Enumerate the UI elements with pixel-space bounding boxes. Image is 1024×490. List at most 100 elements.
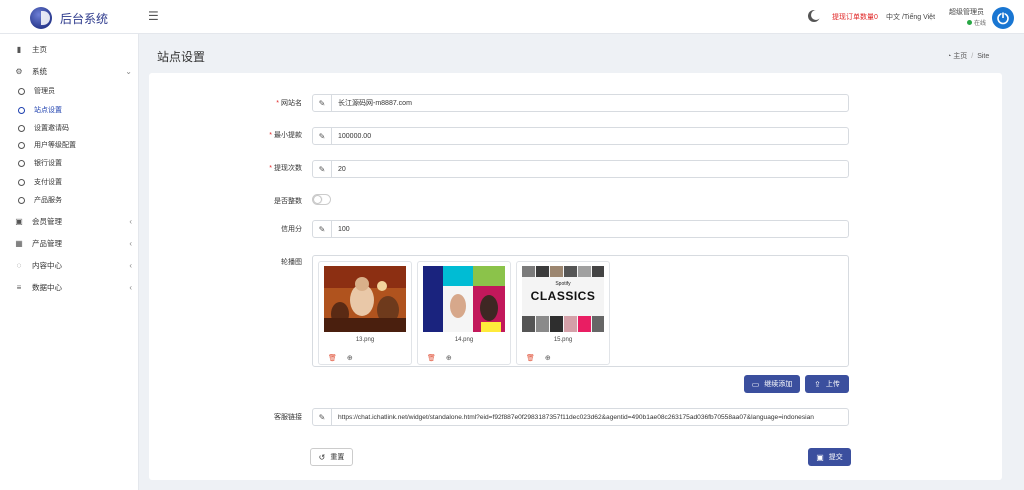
pencil-icon: ✎	[313, 161, 332, 177]
breadcrumb-home[interactable]: 主页	[953, 51, 967, 61]
sidebar-item-user-levels[interactable]: 用户等级配置	[18, 140, 76, 150]
sidebar-item-home[interactable]: ▮ 主页	[14, 44, 132, 55]
withdraw-count-field[interactable]: ✎ 20	[312, 160, 849, 178]
image-filename: 13.png	[355, 337, 375, 343]
withdraw-count-label: * 提现次数	[212, 163, 302, 173]
site-name-value[interactable]: 长江源码网-m8887.com	[338, 98, 412, 108]
sidebar-item-payment-settings[interactable]: 支付设置	[18, 177, 62, 187]
carousel-image[interactable]: Spotify CLASSICS	[522, 266, 604, 332]
app-name: 后台系统	[60, 11, 109, 26]
chevron-left-icon: ‹	[129, 217, 132, 226]
logo[interactable]: 后台系统	[30, 7, 108, 29]
sidebar-item-products[interactable]: ▦ 产品管理 ‹	[14, 238, 132, 249]
chevron-down-icon: ⌄	[125, 67, 132, 76]
sidebar-item-label: 支付设置	[34, 179, 62, 186]
breadcrumb-separator: /	[971, 52, 974, 60]
credit-value[interactable]: 100	[338, 226, 350, 233]
circle-icon	[18, 178, 25, 186]
service-link-value[interactable]: https://chat.ichatlink.net/widget/standa…	[338, 414, 814, 421]
sidebar-item-label: 内容中心	[32, 261, 62, 270]
carousel-label: 轮播图	[281, 259, 302, 266]
circle-icon	[18, 141, 25, 149]
sidebar: ▮ 主页 ⚙ 系统 ⌄ 管理员 站点设置 设置邀请码 用户等级配置 银行设置 支…	[0, 34, 139, 490]
classics-headline: CLASSICS	[530, 289, 596, 303]
sidebar-item-label: 会员管理	[32, 217, 62, 226]
bar-chart-icon: ▮	[16, 45, 22, 54]
sidebar-item-site-settings[interactable]: 站点设置	[18, 105, 62, 115]
service-link-field[interactable]: ✎ https://chat.ichatlink.net/widget/stan…	[312, 408, 849, 426]
top-bar: 后台系统 ☰ 提现订单数量0 中文 /Tiếng Việt 超级管理员 在线	[0, 0, 1024, 34]
withdraw-notice[interactable]: 提现订单数量0	[832, 12, 878, 22]
pencil-icon: ✎	[313, 409, 332, 425]
carousel-image[interactable]	[423, 266, 505, 332]
min-withdraw-value[interactable]: 100000.00	[338, 133, 371, 140]
label-text: 网站名	[281, 100, 302, 107]
hamburger-icon[interactable]: ☰	[148, 9, 159, 23]
continue-add-button[interactable]: ▭ 继续添加	[744, 375, 800, 393]
sidebar-item-content[interactable]: ◌ 内容中心 ‹	[14, 260, 132, 271]
zoom-icon[interactable]: ⊕	[446, 354, 452, 362]
circle-icon	[18, 159, 25, 167]
reset-button[interactable]: ↺ 重置	[310, 448, 353, 466]
sidebar-item-product-services[interactable]: 产品服务	[18, 195, 62, 205]
moon-icon[interactable]	[811, 10, 821, 20]
site-name-label: * 网站名	[212, 98, 302, 108]
trash-icon[interactable]: 🗑	[526, 354, 535, 362]
circle-icon	[18, 106, 25, 114]
sidebar-item-label: 用户等级配置	[34, 142, 76, 149]
power-icon	[997, 12, 1009, 25]
logo-icon	[30, 7, 52, 29]
button-label: 重置	[330, 454, 345, 461]
sidebar-item-label: 银行设置	[34, 160, 62, 167]
trash-icon[interactable]: 🗑	[328, 354, 337, 362]
sidebar-item-label: 产品服务	[34, 197, 62, 204]
site-name-field[interactable]: ✎ 长江源码网-m8887.com	[312, 94, 849, 112]
sidebar-item-data[interactable]: ≡ 数据中心 ‹	[14, 282, 132, 293]
label-text: 最小提款	[274, 132, 302, 139]
folder-icon: ▭	[751, 379, 760, 389]
carousel-gallery: 13.png 🗑 ⊕ 14.png 🗑 ⊕ Spotify CLASSICS 1…	[312, 255, 849, 367]
image-thumbnail-2	[423, 266, 505, 332]
button-label: 上传	[825, 381, 840, 388]
breadcrumb: ◔ 主页 / Site	[947, 51, 989, 61]
sidebar-item-system[interactable]: ⚙ 系统 ⌄	[14, 66, 132, 77]
sidebar-item-admins[interactable]: 管理员	[18, 86, 55, 96]
min-withdraw-field[interactable]: ✎ 100000.00	[312, 127, 849, 145]
dashboard-icon: ◔	[947, 52, 952, 60]
chevron-left-icon: ‹	[129, 283, 132, 292]
withdraw-count-value[interactable]: 20	[338, 166, 346, 173]
required-mark: *	[269, 165, 272, 172]
sidebar-item-members[interactable]: ▣ 会员管理 ‹	[14, 216, 132, 227]
submit-button[interactable]: ▣ 提交	[808, 448, 851, 466]
trash-icon[interactable]: 🗑	[427, 354, 436, 362]
sidebar-item-label: 数据中心	[32, 283, 62, 292]
chevron-left-icon: ‹	[129, 239, 132, 248]
upload-button[interactable]: ⇪ 上传	[805, 375, 849, 393]
language-switch[interactable]: 中文 /Tiếng Việt	[886, 12, 935, 22]
service-link-label: 客服链接	[274, 414, 302, 421]
image-filename: 14.png	[454, 337, 474, 343]
circle-icon	[18, 196, 25, 204]
comments-icon: ◌	[16, 261, 22, 270]
carousel-image[interactable]	[324, 266, 406, 332]
button-label: 提交	[828, 454, 843, 461]
sidebar-item-bank-settings[interactable]: 银行设置	[18, 158, 62, 168]
sidebar-item-invite-codes[interactable]: 设置邀请码	[18, 123, 69, 133]
carousel-image-card: 13.png 🗑 ⊕	[318, 261, 412, 365]
sidebar-item-label: 管理员	[34, 88, 55, 95]
required-mark: *	[276, 100, 279, 107]
zoom-icon[interactable]: ⊕	[545, 354, 551, 362]
required-mark: *	[269, 132, 272, 139]
sidebar-item-label: 主页	[32, 45, 47, 54]
admin-status-text: 在线	[974, 21, 987, 27]
zoom-icon[interactable]: ⊕	[347, 354, 353, 362]
avatar[interactable]	[992, 7, 1014, 29]
integer-label: 是否整数	[274, 198, 302, 205]
admin-name[interactable]: 超级管理员	[949, 7, 984, 17]
sidebar-item-label: 站点设置	[34, 107, 62, 114]
image-filename: 15.png	[553, 337, 573, 343]
label-text: 提现次数	[274, 165, 302, 172]
undo-icon: ↺	[318, 452, 326, 462]
integer-toggle[interactable]	[312, 194, 331, 205]
credit-field[interactable]: ✎ 100	[312, 220, 849, 238]
